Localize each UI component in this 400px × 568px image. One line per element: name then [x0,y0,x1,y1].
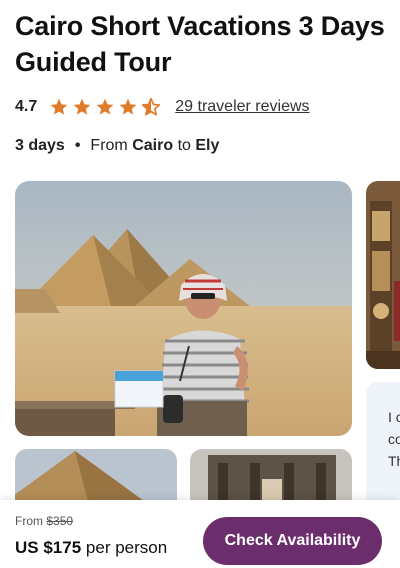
mosque-interior-photo [366,181,400,369]
next-card-preview[interactable]: I c co Th [366,382,400,512]
original-price-line: From $350 [15,514,73,528]
star-icon [119,98,137,115]
side-card-line: co [388,431,400,447]
pyramids-photo [15,181,352,436]
rating-value: 4.7 [15,98,38,115]
route-from-label: From [90,137,128,154]
tour-duration: 3 days [15,137,65,154]
tour-title: Cairo Short Vacations 3 Days Guided Tour [15,11,385,77]
route-to-label: to [177,137,191,154]
rating-row: 4.7 29 traveler reviews [15,96,310,118]
star-rating [49,97,161,117]
star-half-icon [142,97,161,116]
star-icon [96,98,114,115]
hero-photo[interactable] [15,181,352,436]
price-unit: per person [85,538,168,557]
separator-dot: • [74,137,81,154]
side-card-line: I c [388,409,400,425]
route-to-city: Ely [195,137,220,154]
original-price: $350 [46,514,74,528]
tour-meta: 3 days • From Cairo to Ely [15,137,219,155]
current-price: US $175 [15,538,82,557]
check-availability-button[interactable]: Check Availability [203,517,382,565]
star-icon [73,98,91,115]
current-price-line: US $175 per person [15,538,167,558]
from-prefix: From [15,514,43,528]
booking-bar: From $350 US $175 per person Check Avail… [0,500,400,568]
next-photo-preview[interactable] [366,181,400,369]
side-card-line: Th [388,453,400,469]
star-icon [50,98,68,115]
reviews-link[interactable]: 29 traveler reviews [175,98,309,116]
route-from-city: Cairo [132,137,174,154]
